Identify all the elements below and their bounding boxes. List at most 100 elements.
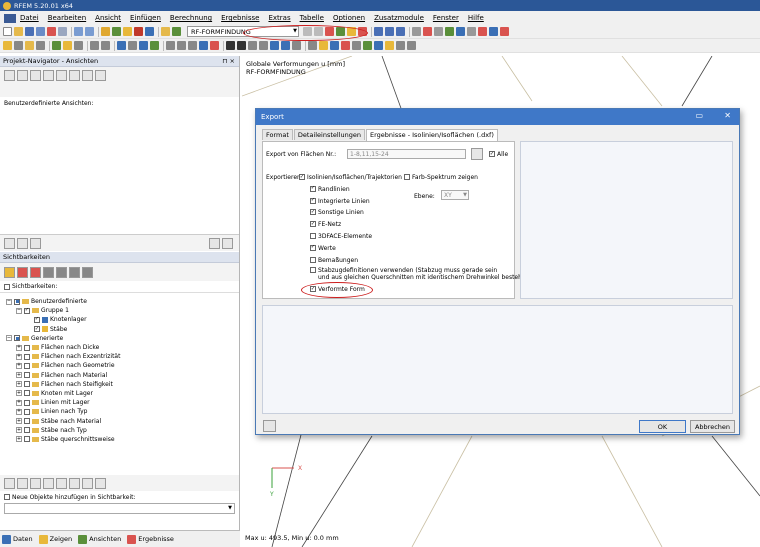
print-icon[interactable] (47, 27, 56, 36)
menu-extras[interactable]: Extras (268, 14, 290, 22)
tree-item[interactable]: − Generierte (6, 334, 239, 343)
visibility-4-icon[interactable] (43, 266, 54, 278)
member-icon[interactable] (25, 41, 34, 50)
pointer-icon[interactable] (237, 41, 246, 50)
maximize-icon[interactable]: ▭ (695, 111, 703, 120)
export-option-checkbox[interactable]: ✓ (310, 197, 316, 204)
undo-icon[interactable] (74, 27, 83, 36)
support-icon[interactable] (52, 41, 61, 50)
visibility-7-icon[interactable] (82, 266, 93, 278)
copy-icon[interactable] (281, 41, 290, 50)
tree-item-checkbox[interactable]: ✓ (24, 307, 30, 314)
plane-select[interactable]: XY ▼ (441, 190, 469, 200)
export-option[interactable]: ✓ Integrierte Linien (310, 197, 370, 205)
visibility-5-icon[interactable] (56, 266, 67, 278)
all-option[interactable]: ✓ Alle (489, 151, 508, 158)
wireframe-icon[interactable] (128, 41, 137, 50)
rotate-icon[interactable] (434, 27, 443, 36)
export-option-checkbox[interactable]: ✓ (310, 185, 316, 192)
tree-item[interactable]: + Flächen nach Steifigkeit (6, 380, 239, 389)
export-from-input[interactable]: 1-8,11,15-24 (347, 149, 466, 159)
info-icon[interactable] (500, 27, 509, 36)
grid-toggle-icon[interactable] (150, 41, 159, 50)
tools-icon[interactable] (374, 41, 383, 50)
calculate-icon[interactable] (134, 27, 143, 36)
tree-item-checkbox[interactable] (24, 418, 30, 425)
tree-item[interactable]: + Stäbe nach Material (6, 416, 239, 425)
line-icon[interactable] (14, 41, 23, 50)
select-icon[interactable] (226, 41, 235, 50)
expand-icon[interactable]: + (16, 372, 22, 379)
menu-datei[interactable]: Datei (20, 14, 39, 22)
expand-icon[interactable]: + (16, 399, 22, 406)
remove-view-icon[interactable] (222, 237, 233, 249)
export-option-checkbox[interactable] (310, 256, 316, 263)
menu-optionen[interactable]: Optionen (333, 14, 365, 22)
tree-7-icon[interactable] (82, 477, 93, 489)
render-icon[interactable] (456, 27, 465, 36)
export-option-checkbox[interactable]: ✓ (310, 221, 316, 228)
export-option[interactable]: ✓ Isolinien/Isoflächen/Trajektorien (299, 174, 402, 181)
menu-ansicht[interactable]: Ansicht (95, 14, 121, 22)
view-load-icon[interactable] (69, 70, 80, 81)
visibility-3-icon[interactable] (30, 266, 41, 278)
new-objects-select[interactable]: ▼ (4, 503, 235, 514)
preview-icon[interactable] (58, 27, 67, 36)
load-case-icon[interactable] (90, 41, 99, 50)
view-settings-icon[interactable] (82, 70, 93, 81)
member-def-checkbox[interactable] (310, 267, 316, 273)
tab-ergebnisse[interactable]: Ergebnisse (127, 534, 174, 544)
edit-icon[interactable] (101, 27, 110, 36)
redo-icon[interactable] (85, 27, 94, 36)
tree-item[interactable]: + Linien mit Lager (6, 398, 239, 407)
move-icon[interactable] (270, 41, 279, 50)
tree-item-checkbox[interactable] (24, 381, 30, 388)
coordinate-icon[interactable] (199, 41, 208, 50)
xref-icon[interactable] (407, 41, 416, 50)
model-check-icon[interactable] (112, 27, 121, 36)
result-select-icon[interactable] (210, 41, 219, 50)
check-icon[interactable] (363, 41, 372, 50)
menu-ergebnisse[interactable]: Ergebnisse (221, 14, 259, 22)
menu-tabelle[interactable]: Tabelle (300, 14, 324, 22)
visibility-checkbox[interactable] (4, 283, 10, 290)
view-edit-icon[interactable] (17, 70, 28, 81)
expand-icon[interactable]: + (16, 390, 22, 397)
expand-icon[interactable]: − (16, 307, 22, 314)
color-spectrum-option[interactable]: Farb-Spektrum zeigen (404, 174, 478, 181)
generate-icon[interactable] (330, 41, 339, 50)
tab-daten[interactable]: Daten (2, 534, 33, 544)
guide-icon[interactable] (188, 41, 197, 50)
view-save-icon[interactable] (56, 70, 67, 81)
tree-item-checkbox[interactable] (24, 344, 30, 351)
filter-icon[interactable] (478, 27, 487, 36)
save-icon[interactable] (25, 27, 34, 36)
menu-einfuegen[interactable]: Einfügen (130, 14, 161, 22)
tree-item[interactable]: ✓ Knotenlager (6, 315, 239, 324)
combination-icon[interactable] (101, 41, 110, 50)
tree-item-checkbox[interactable] (14, 335, 20, 342)
tree-item[interactable]: + Stäbe querschnittsweise (6, 435, 239, 444)
tab-format[interactable]: Format (262, 129, 293, 140)
menu-fenster[interactable]: Fenster (433, 14, 459, 22)
export-option-checkbox[interactable]: ✓ (299, 174, 305, 180)
view-xy-icon[interactable] (385, 27, 394, 36)
expand-icon[interactable]: + (16, 436, 22, 443)
tree-6-icon[interactable] (69, 477, 80, 489)
table-icon[interactable] (161, 27, 170, 36)
new-objects-checkbox[interactable] (4, 494, 10, 500)
tree-4-icon[interactable] (43, 477, 54, 489)
menu-berechnung[interactable]: Berechnung (170, 14, 212, 22)
mirror-icon[interactable] (292, 41, 301, 50)
menu-zusatzmodule[interactable]: Zusatzmodule (374, 14, 424, 22)
save-all-icon[interactable] (36, 27, 45, 36)
tab-ergebnisse-dxf[interactable]: Ergebnisse - Isolinien/Isoflächen (.dxf) (366, 129, 498, 141)
report-icon[interactable] (385, 41, 394, 50)
gear-icon[interactable] (123, 27, 132, 36)
zoom-icon[interactable] (412, 27, 421, 36)
tree-item[interactable]: + Stäbe nach Typ (6, 426, 239, 435)
export-option[interactable]: ✓ Sonstige Linien (310, 209, 364, 216)
tree-item[interactable]: ✓ Stäbe (6, 325, 239, 334)
tree-3-icon[interactable] (30, 477, 41, 489)
tree-item[interactable]: − ✓ Gruppe 1 (6, 306, 239, 315)
